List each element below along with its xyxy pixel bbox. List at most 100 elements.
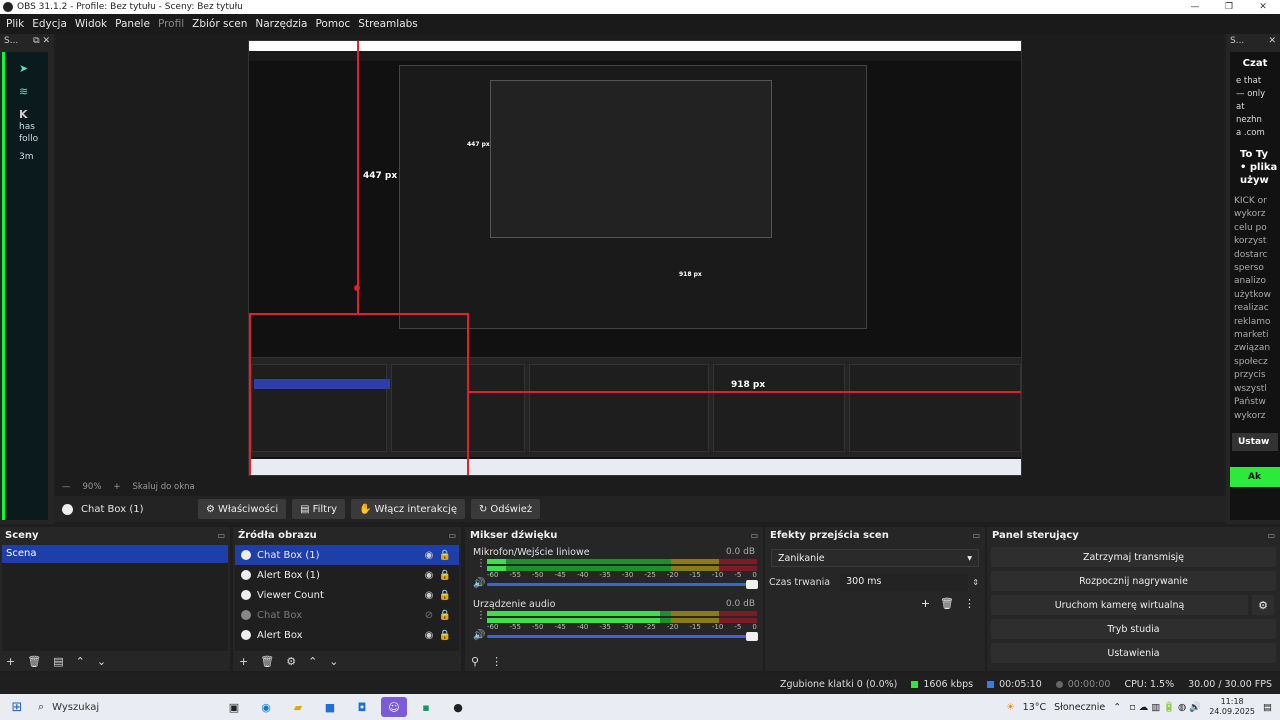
source-properties-icon[interactable]: ⚙ xyxy=(286,655,296,668)
volume-slider[interactable] xyxy=(487,580,758,589)
dock-menu-icon[interactable]: ▭ xyxy=(448,531,456,540)
channel-menu-icon[interactable]: ⋮ xyxy=(476,610,486,621)
menu-scene-collection[interactable]: Zbiór scen xyxy=(192,18,247,30)
start-virtual-camera-button[interactable]: Uruchom kamerę wirtualną xyxy=(991,595,1248,615)
virtual-camera-settings-button[interactable]: ⚙ xyxy=(1252,595,1274,615)
consent-line: użytkow xyxy=(1234,289,1272,300)
maximize-button[interactable]: ❐ xyxy=(1212,2,1246,12)
zoom-in-icon[interactable]: + xyxy=(113,482,120,492)
dock-menu-icon[interactable]: ▭ xyxy=(972,531,980,540)
sources-list: Chat Box (1) ◉ 🔒 Alert Box (1) ◉ 🔒 Viewe… xyxy=(235,545,459,651)
lock-icon[interactable]: 🔒 xyxy=(437,590,453,601)
duration-input[interactable]: 300 ms xyxy=(840,573,969,591)
properties-button[interactable]: ⚙ Właściwości xyxy=(198,499,287,519)
measure-height-label: 447 px xyxy=(363,171,398,181)
dock-close-icon[interactable]: ✕ xyxy=(1268,36,1276,46)
refresh-button[interactable]: ↻ Odśwież xyxy=(470,499,541,519)
move-down-icon[interactable]: ⌄ xyxy=(329,655,338,668)
transition-menu-icon[interactable]: ⋮ xyxy=(964,597,975,610)
settings-button[interactable]: Ustawienia xyxy=(991,643,1276,663)
channel-menu-icon[interactable]: ⋮ xyxy=(476,558,486,569)
dock-menu-icon[interactable]: ▭ xyxy=(1267,531,1275,540)
add-source-icon[interactable]: + xyxy=(239,655,248,668)
close-button[interactable]: ✕ xyxy=(1246,2,1280,12)
task-view-icon[interactable]: ▣ xyxy=(221,697,247,717)
edge-icon[interactable]: ◉ xyxy=(253,697,279,717)
visibility-eye-icon[interactable]: ◉ xyxy=(421,630,437,641)
remove-scene-icon[interactable]: 🗑 xyxy=(27,655,41,668)
visibility-eye-icon[interactable]: ◉ xyxy=(421,550,437,561)
outlook-icon[interactable]: ◘ xyxy=(349,697,375,717)
scene-item[interactable]: Scena xyxy=(2,545,228,563)
lock-icon[interactable]: 🔒 xyxy=(437,610,453,621)
interact-button[interactable]: ✋ Włącz interakcję xyxy=(351,499,465,519)
zoom-fit-label[interactable]: Skaluj do okna xyxy=(133,482,195,492)
windows-start-icon[interactable]: ⊞ xyxy=(4,700,30,715)
slider-handle[interactable] xyxy=(746,580,758,589)
menu-view[interactable]: Widok xyxy=(75,18,107,30)
lock-icon[interactable]: 🔒 xyxy=(437,570,453,581)
dock-float-icon[interactable]: ⧉ ✕ xyxy=(33,36,50,46)
tray-chevron-icon[interactable]: ⌃ xyxy=(1113,702,1121,713)
menu-tools[interactable]: Narzędzia xyxy=(255,18,307,30)
lock-icon[interactable]: 🔒 xyxy=(437,630,453,641)
start-recording-button[interactable]: Rozpocznij nagrywanie xyxy=(991,571,1276,591)
preview-canvas[interactable]: 447 px 918 px 447 px 918 px xyxy=(248,40,1022,476)
studio-mode-button[interactable]: Tryb studia xyxy=(991,619,1276,639)
menu-edit[interactable]: Edycja xyxy=(32,18,67,30)
menu-file[interactable]: Plik xyxy=(6,18,24,30)
notification-icon[interactable]: ▤ xyxy=(1263,702,1272,713)
mixer-menu-icon[interactable]: ⋮ xyxy=(491,655,502,668)
add-transition-icon[interactable]: + xyxy=(921,597,930,610)
visibility-eye-icon[interactable]: ◉ xyxy=(421,590,437,601)
volume-slider[interactable] xyxy=(487,632,758,641)
speaker-icon[interactable]: 🔊 xyxy=(473,630,485,641)
source-item[interactable]: Chat Box (1) ◉ 🔒 xyxy=(235,545,459,565)
dock-menu-icon[interactable]: ▭ xyxy=(750,531,758,540)
preview-area[interactable]: 447 px 918 px 447 px 918 px xyxy=(56,34,1224,502)
minimize-button[interactable]: — xyxy=(1178,2,1212,12)
clock[interactable]: 11:18 24.09.2025 xyxy=(1209,697,1255,717)
remove-source-icon[interactable]: 🗑 xyxy=(260,655,274,668)
visibility-eye-icon[interactable]: ◉ xyxy=(421,570,437,581)
filters-button[interactable]: ▤ Filtry xyxy=(292,499,346,519)
consent-accept-button[interactable]: Ak xyxy=(1230,466,1280,487)
lock-icon[interactable]: 🔒 xyxy=(437,550,453,561)
zoom-out-icon[interactable]: — xyxy=(62,482,71,492)
source-item[interactable]: Chat Box ⊘ 🔒 xyxy=(235,605,459,625)
remove-transition-icon[interactable]: 🗑 xyxy=(940,597,954,610)
menu-docks[interactable]: Panele xyxy=(115,18,150,30)
right-dock-chat: S... ✕ Czat e that — only at nezhn a .co… xyxy=(1226,34,1280,524)
store-icon[interactable]: ■ xyxy=(317,697,343,717)
source-item[interactable]: Alert Box (1) ◉ 🔒 xyxy=(235,565,459,585)
source-item[interactable]: Viewer Count ◉ 🔒 xyxy=(235,585,459,605)
hidden-eye-icon[interactable]: ⊘ xyxy=(421,610,437,621)
scene-filters-icon[interactable]: ▤ xyxy=(53,655,63,668)
source-item[interactable]: Alert Box ◉ 🔒 xyxy=(235,625,459,645)
tick: -55 xyxy=(509,571,521,579)
taskbar-search[interactable]: ⌕ Wyszukaj xyxy=(38,697,218,717)
controls-title: Panel sterujący xyxy=(992,529,1079,541)
add-scene-icon[interactable]: + xyxy=(6,655,15,668)
move-up-icon[interactable]: ⌃ xyxy=(308,655,317,668)
mixer-link-icon[interactable]: ⚲ xyxy=(471,655,479,668)
guide-handle[interactable] xyxy=(354,285,360,291)
discord-icon[interactable]: ☺ xyxy=(381,697,407,717)
obs-taskbar-icon[interactable]: ● xyxy=(445,697,471,717)
speaker-icon[interactable]: 🔊 xyxy=(473,578,485,589)
menu-profile[interactable]: Profil xyxy=(158,18,184,30)
menu-help[interactable]: Pomoc xyxy=(315,18,350,30)
file-explorer-icon[interactable]: ▰ xyxy=(285,697,311,717)
streamlabs-icon[interactable]: ▪ xyxy=(413,697,439,717)
move-down-icon[interactable]: ⌄ xyxy=(97,655,106,668)
duration-stepper-icon[interactable]: ⇕ xyxy=(972,578,979,587)
sources-title: Źródła obrazu xyxy=(238,529,317,541)
dock-menu-icon[interactable]: ▭ xyxy=(217,531,225,540)
transition-select[interactable]: Zanikanie ▾ xyxy=(771,549,979,567)
consent-settings-button[interactable]: Ustaw xyxy=(1232,432,1278,451)
menu-streamlabs[interactable]: Streamlabs xyxy=(358,18,417,30)
tray-icons[interactable]: ▫ ☁ ▥ 🔋 ◍ 🔊 xyxy=(1129,702,1201,713)
stop-streaming-button[interactable]: Zatrzymaj transmisję xyxy=(991,547,1276,567)
slider-handle[interactable] xyxy=(746,632,758,641)
move-up-icon[interactable]: ⌃ xyxy=(76,655,85,668)
